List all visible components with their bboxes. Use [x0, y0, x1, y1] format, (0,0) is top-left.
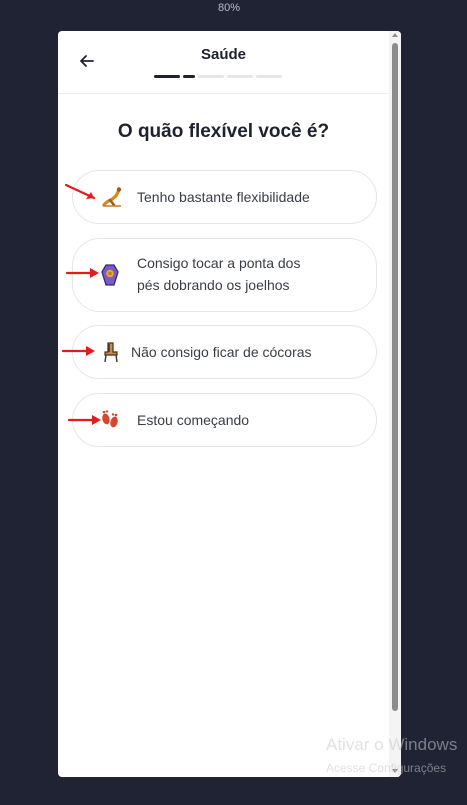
option-touch-toes-bent-knees[interactable]: Consigo tocar a ponta dos pés dobrando o… — [72, 238, 377, 312]
zoom-indicator: 80% — [217, 2, 241, 14]
progress-step-5 — [256, 75, 282, 78]
annotation-arrow — [66, 268, 99, 278]
progress-step-1 — [154, 75, 180, 78]
scrollbar-thumb[interactable] — [392, 43, 398, 711]
scrollbar[interactable] — [389, 31, 401, 777]
app-window: Saúde O quão flexível você é? Tenho bast… — [58, 31, 401, 777]
windows-activation-watermark: Ativar o Windows Acesse Configurações — [326, 735, 458, 775]
progress-step-3 — [198, 75, 224, 78]
option-label: Estou começando — [137, 412, 250, 428]
header: Saúde — [58, 31, 401, 94]
option-label: Não consigo ficar de cócoras — [131, 344, 312, 360]
annotation-arrow — [62, 346, 95, 356]
option-beginner[interactable]: Estou começando — [72, 393, 377, 447]
option-very-flexible[interactable]: Tenho bastante flexibilidade — [72, 170, 377, 224]
option-label: Tenho bastante flexibilidade — [137, 189, 310, 205]
coffin-icon — [101, 264, 119, 286]
flexibility-pose-icon — [102, 187, 122, 207]
annotation-arrow — [64, 183, 96, 200]
annotation-arrow — [68, 415, 101, 425]
option-cannot-squat[interactable]: Não consigo ficar de cócoras — [72, 325, 377, 379]
option-label: Consigo tocar a ponta dos pés dobrando o… — [137, 255, 301, 293]
scroll-up-icon[interactable] — [392, 33, 398, 37]
progress-indicator — [154, 75, 282, 78]
question-title: O quão flexível você é? — [117, 121, 330, 142]
progress-step-4 — [227, 75, 253, 78]
page-title: Saúde — [200, 46, 246, 63]
footprints-icon — [102, 410, 118, 428]
progress-step-2 — [183, 75, 195, 78]
chair-icon — [104, 342, 118, 363]
